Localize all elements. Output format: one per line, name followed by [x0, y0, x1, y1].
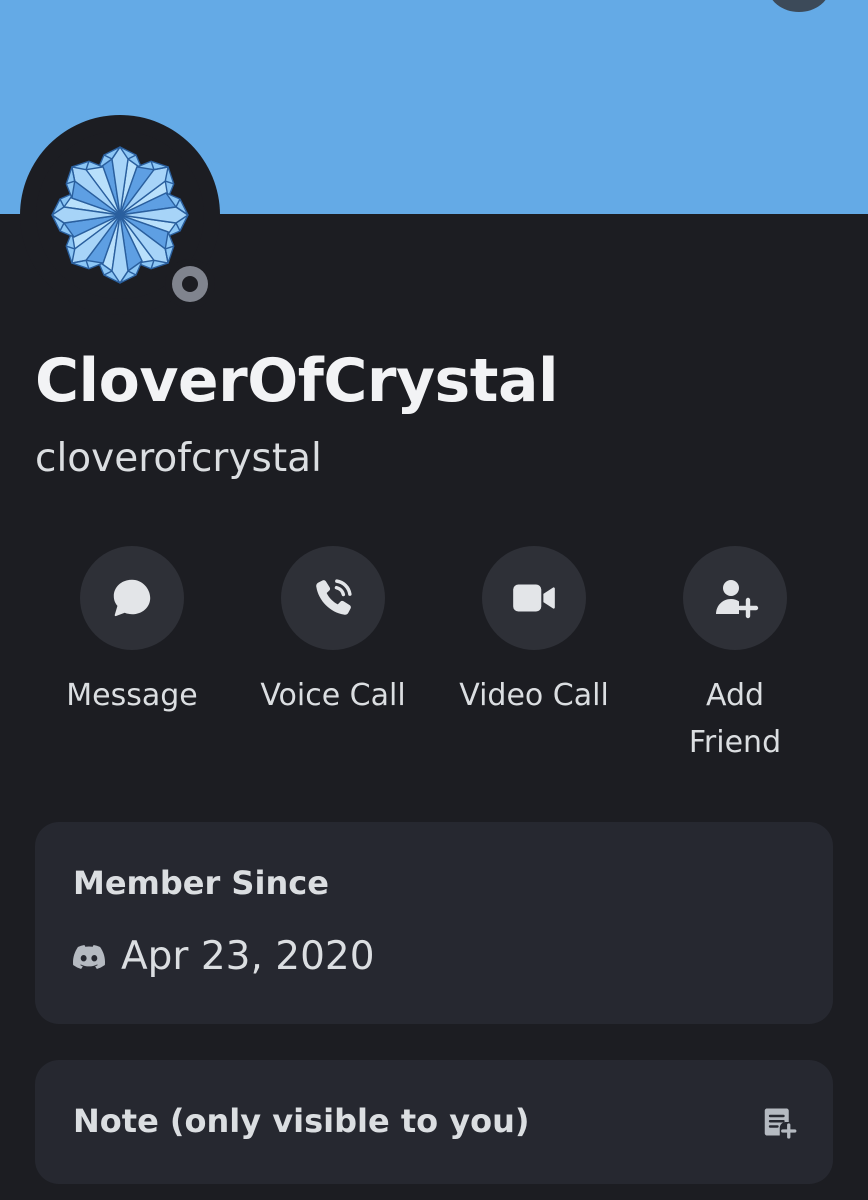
note-title: Note (only visible to you) [73, 1102, 530, 1140]
banner-corner-button[interactable] [768, 0, 830, 12]
display-name: CloverOfCrystal [35, 346, 559, 416]
user-profile-screen: CloverOfCrystal cloverofcrystal Message … [0, 0, 868, 1200]
status-offline-icon [172, 266, 208, 302]
member-since-card: Member Since Apr 23, 2020 [35, 822, 833, 1024]
discord-icon [73, 944, 105, 969]
member-since-title: Member Since [73, 864, 329, 902]
add-note-icon[interactable] [761, 1104, 797, 1140]
video-camera-icon [513, 584, 555, 612]
voice-call-label: Voice Call [260, 678, 406, 713]
add-friend-icon [716, 580, 759, 619]
message-action: Message [42, 546, 222, 719]
message-label: Message [66, 678, 198, 713]
chat-bubble-icon [113, 579, 151, 617]
note-card[interactable]: Note (only visible to you) [35, 1060, 833, 1184]
message-button[interactable] [80, 546, 184, 650]
member-since-date: Apr 23, 2020 [121, 934, 375, 979]
add-friend-button[interactable] [683, 546, 787, 650]
voice-call-button[interactable] [281, 546, 385, 650]
username: cloverofcrystal [35, 436, 322, 481]
add-friend-action: Add Friend [645, 546, 825, 766]
add-friend-label: Add Friend [688, 678, 782, 760]
video-call-label: Video Call [459, 678, 609, 713]
member-since-row: Apr 23, 2020 [73, 934, 375, 979]
video-call-action: Video Call [444, 546, 624, 719]
voice-call-action: Voice Call [243, 546, 423, 719]
phone-icon [316, 579, 352, 615]
video-call-button[interactable] [482, 546, 586, 650]
